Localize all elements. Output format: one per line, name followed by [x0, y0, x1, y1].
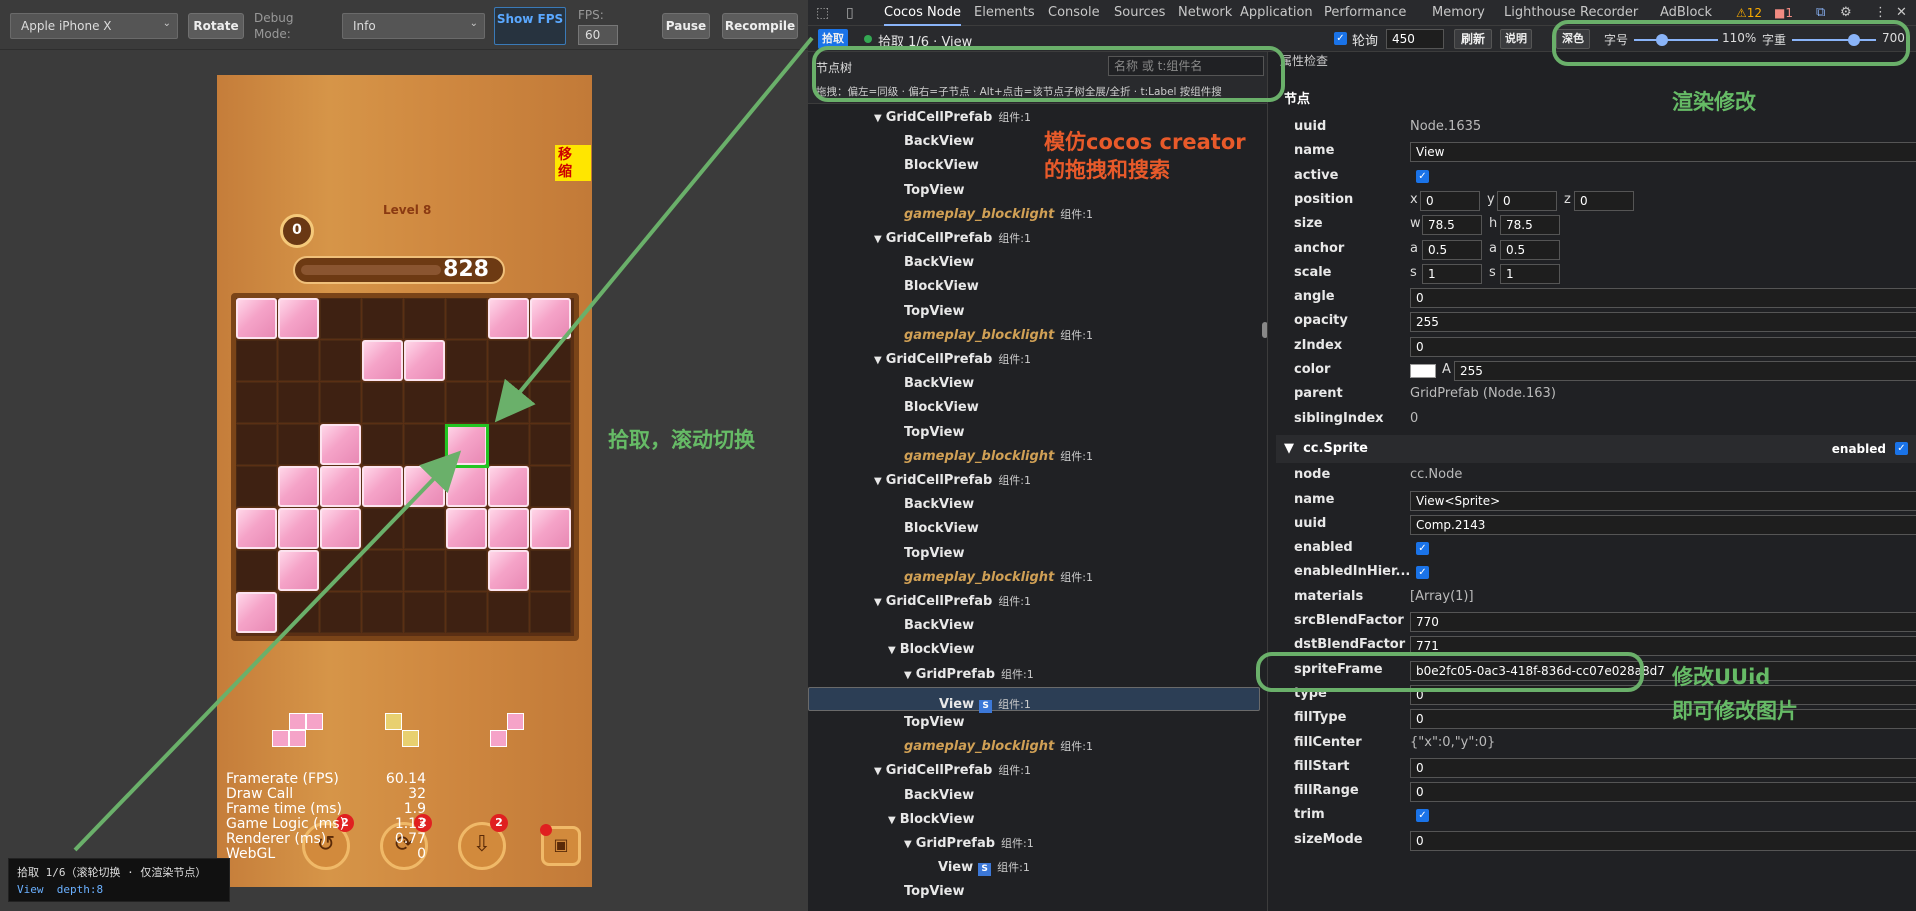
annotation-arrows	[73, 36, 814, 852]
arrow-line	[494, 36, 814, 423]
arrow-line	[73, 450, 462, 852]
